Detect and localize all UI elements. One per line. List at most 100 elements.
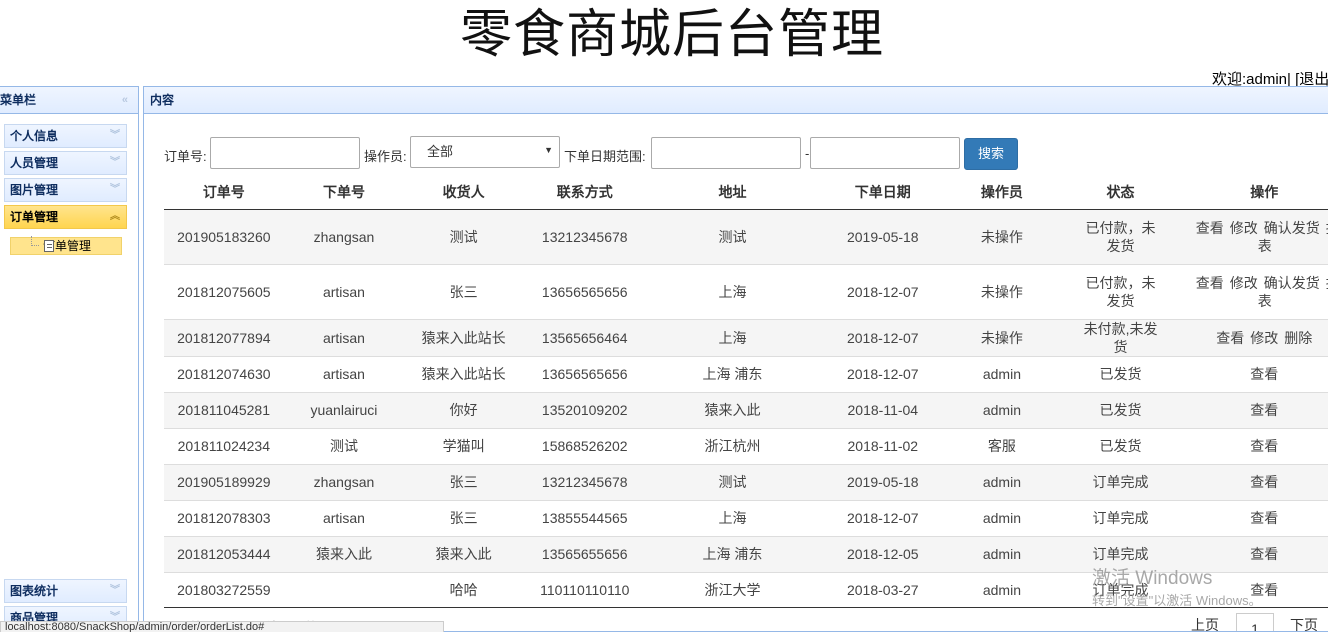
content-header: 内容 — [144, 87, 1328, 114]
content-panel: 内容 订单号: 操作员: 全部 ▼ 下单日期范围: - 搜索 订单号 下单号 收… — [143, 86, 1328, 632]
action-link[interactable]: 查看 — [1250, 510, 1278, 526]
sidebar-item-staff[interactable]: 人员管理 ︾ — [4, 151, 127, 175]
current-page-button[interactable]: 1 — [1236, 613, 1274, 631]
action-link[interactable]: 查看 — [1250, 366, 1278, 382]
receiver-cell: 张三 — [404, 463, 523, 500]
phone-cell: 110110110110 — [522, 571, 647, 608]
actions-cell: 查看修改确认发货报表 — [1184, 208, 1328, 264]
status-cell: 订单完成 — [1056, 463, 1185, 500]
order-no-cell: 201812053444 — [164, 535, 284, 572]
sidebar-title: 菜单栏 — [0, 93, 37, 107]
action-link[interactable]: 确认发货 — [1264, 275, 1320, 291]
action-link[interactable]: 查看 — [1250, 402, 1278, 418]
action-link[interactable]: 修改 — [1230, 275, 1258, 291]
table-row: 201812074630 artisan 猿来入此站长 13656565656 上海 浦… — [164, 355, 1328, 392]
dropdown-arrow-icon: ▼ — [544, 145, 553, 155]
date-start-input[interactable] — [651, 137, 801, 169]
status-cell: 未付款,未发货 — [1056, 318, 1185, 356]
chevron-down-icon: ︾ — [110, 130, 120, 141]
address-cell: 上海 — [646, 263, 819, 319]
sidebar-item-charts[interactable]: 图表统计 ︾ — [4, 579, 127, 603]
chevron-up-icon: ︽ — [110, 211, 120, 222]
order-no-label: 订单号: — [164, 149, 207, 164]
sidebar-item-orders[interactable]: 订单管理 ︽ — [4, 205, 127, 229]
operator-select[interactable]: 全部 ▼ — [410, 136, 560, 168]
status-cell: 订单完成 — [1056, 499, 1185, 536]
user-cell: yuanlairuci — [283, 391, 405, 428]
col-operator: 操作员 — [947, 175, 1057, 210]
collapse-icon[interactable]: « — [122, 87, 128, 113]
date-end-input[interactable] — [810, 137, 960, 169]
date-cell: 2018-12-05 — [818, 535, 948, 572]
action-link[interactable]: 查看 — [1250, 546, 1278, 562]
sidebar-item-label: 图片管理 — [10, 183, 59, 197]
operator-select-value: 全部 — [427, 144, 454, 159]
action-link[interactable]: 查看 — [1196, 220, 1224, 236]
col-address: 地址 — [646, 175, 819, 210]
operator-cell: admin — [947, 355, 1057, 392]
col-phone: 联系方式 — [522, 175, 647, 210]
col-date: 下单日期 — [818, 175, 948, 210]
action-link[interactable]: 修改 — [1230, 220, 1258, 236]
action-link[interactable]: 查看 — [1250, 438, 1278, 454]
action-link[interactable]: 查看 — [1196, 275, 1224, 291]
phone-cell: 13212345678 — [522, 463, 647, 500]
phone-cell: 13656565656 — [522, 263, 647, 319]
sidebar-item-profile[interactable]: 个人信息 ︾ — [4, 124, 127, 148]
user-cell: zhangsan — [283, 208, 405, 264]
receiver-cell: 哈哈 — [404, 571, 523, 608]
table-header-row: 订单号 下单号 收货人 联系方式 地址 下单日期 操作员 状态 操作 — [164, 175, 1328, 210]
prev-page-button[interactable]: 上页 — [1191, 615, 1219, 631]
status-cell: 已付款，未发货 — [1056, 208, 1185, 264]
receiver-cell: 张三 — [404, 499, 523, 536]
search-button[interactable]: 搜索 — [964, 138, 1018, 170]
action-link[interactable]: 确认发货 — [1264, 220, 1320, 236]
order-no-cell: 201812075605 — [164, 263, 284, 319]
date-cell: 2019-05-18 — [818, 463, 948, 500]
next-page-button[interactable]: 下页 — [1290, 615, 1318, 631]
user-cell: artisan — [283, 318, 405, 356]
table-row: 201812077894 artisan 猿来入此站长 13565656464 上海 20… — [164, 318, 1328, 356]
actions-cell: 查看 — [1184, 355, 1328, 392]
action-link[interactable]: 修改 — [1250, 330, 1278, 346]
address-cell: 测试 — [646, 208, 819, 264]
site-title: 零食商城后台管理 — [459, 5, 884, 65]
actions-cell: 查看 — [1184, 391, 1328, 428]
sidebar-item-label: 订单管理 — [10, 210, 59, 224]
tree-line — [31, 236, 39, 246]
action-link[interactable]: 删除 — [1284, 330, 1312, 346]
address-cell: 上海 浦东 — [646, 535, 819, 572]
windows-watermark-subtitle: 转到"设置"以激活 Windows。 — [1092, 593, 1262, 608]
receiver-cell: 张三 — [404, 263, 523, 319]
actions-cell: 查看 — [1184, 427, 1328, 464]
date-cell: 2018-03-27 — [818, 571, 948, 608]
user-cell — [283, 571, 405, 608]
sidebar-subitem-orders[interactable]: 订单管理 — [10, 236, 122, 255]
date-cell: 2018-11-04 — [818, 391, 948, 428]
address-cell: 猿来入此 — [646, 391, 819, 428]
operator-cell: 未操作 — [947, 263, 1057, 319]
user-cell: 测试 — [283, 427, 405, 464]
operator-cell: admin — [947, 391, 1057, 428]
operator-cell: admin — [947, 535, 1057, 572]
action-link[interactable]: 查看 — [1216, 330, 1244, 346]
address-cell: 上海 — [646, 499, 819, 536]
operator-cell: admin — [947, 499, 1057, 536]
chevron-down-icon: ︾ — [110, 585, 120, 596]
table-row: 201811024234 测试 学猫叫 15868526202 浙江杭州 2018-11-… — [164, 427, 1328, 464]
order-no-cell: 201905183260 — [164, 208, 284, 264]
date-cell: 2018-12-07 — [818, 355, 948, 392]
user-cell: artisan — [283, 263, 405, 319]
phone-cell: 13855544565 — [522, 499, 647, 536]
action-link[interactable]: 查看 — [1250, 474, 1278, 490]
order-no-cell: 201812077894 — [164, 318, 284, 356]
order-no-input[interactable] — [210, 137, 360, 169]
phone-cell: 15868526202 — [522, 427, 647, 464]
status-bar-url: localhost:8080/SnackShop/admin/order/ord… — [0, 621, 444, 632]
sidebar-item-images[interactable]: 图片管理 ︾ — [4, 178, 127, 202]
receiver-cell: 学猫叫 — [404, 427, 523, 464]
order-no-cell: 201812078303 — [164, 499, 284, 536]
order-no-cell: 201905189929 — [164, 463, 284, 500]
col-receiver: 收货人 — [404, 175, 523, 210]
table-row: 201905183260 zhangsan 测试 13212345678 测试 2019-… — [164, 208, 1328, 264]
